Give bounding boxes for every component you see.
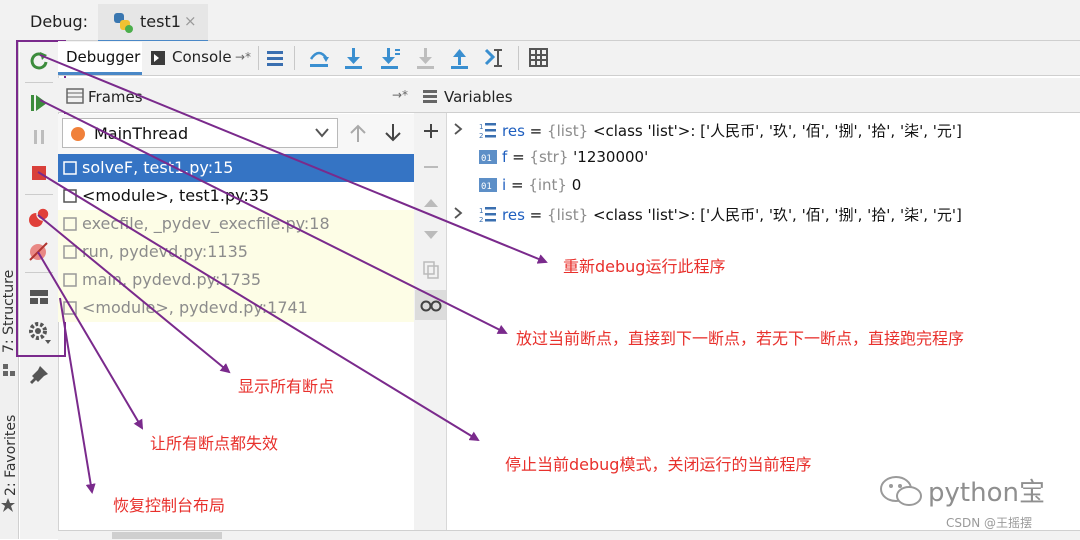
show-execution-point-icon[interactable]: [264, 47, 286, 69]
frame-icon: [63, 273, 77, 287]
variable-equals: =: [529, 122, 543, 140]
thread-label: MainThread: [94, 124, 189, 143]
variable-type: {int}: [528, 176, 567, 194]
svg-text:1: 1: [479, 123, 483, 131]
favorites-tool-tab[interactable]: 2: Favorites: [3, 406, 19, 496]
svg-text:1: 1: [479, 207, 483, 215]
annotation-rerun: 重新debug运行此程序: [563, 257, 726, 276]
frame-icon: [63, 301, 77, 315]
svg-text:01: 01: [481, 154, 492, 164]
variable-value: '1230000': [573, 148, 649, 166]
tab-test1-label: test1: [140, 12, 181, 31]
annotation-stop: 停止当前debug模式，关闭运行的当前程序: [505, 455, 812, 474]
move-down-icon[interactable]: [422, 226, 440, 244]
svg-text:01: 01: [481, 182, 492, 192]
variables-title: Variables: [444, 88, 513, 106]
tab-console-label: Console: [172, 48, 232, 66]
console-icon: [151, 51, 165, 65]
star-icon: [1, 498, 15, 512]
annotation-view-breakpoints: 显示所有断点: [238, 377, 335, 396]
frames-title: Frames: [88, 88, 143, 106]
list-type-icon: 12: [479, 123, 496, 139]
toolbar-separator: [294, 46, 295, 70]
tab-debugger-label: Debugger: [66, 48, 141, 66]
frame-icon: [63, 189, 77, 203]
expand-chevron-icon[interactable]: [452, 206, 464, 220]
variable-name: f: [502, 148, 508, 166]
step-into-my-code-icon[interactable]: [378, 46, 402, 70]
variable-row[interactable]: res = {list} <class 'list'>: ['人民币', '玖'…: [502, 204, 962, 225]
variable-equals: =: [529, 206, 543, 224]
variable-equals: =: [512, 148, 525, 166]
variables-header: [414, 78, 1080, 113]
step-into-icon[interactable]: [342, 46, 364, 70]
glasses-icon[interactable]: [420, 296, 442, 314]
previous-frame-icon[interactable]: [348, 122, 368, 144]
variables-icon: [423, 90, 437, 103]
debug-label: Debug:: [30, 12, 89, 31]
primitive-type-icon: 01: [479, 150, 497, 164]
frame-icon: [63, 245, 77, 259]
variable-value: 0: [571, 176, 582, 194]
annotation-mute-breakpoints: 让所有断点都失效: [150, 434, 279, 453]
primitive-type-icon: 01: [479, 178, 497, 192]
toolbar-separator: [258, 46, 259, 70]
pin-tab-icon[interactable]: →*: [235, 50, 251, 64]
toolbar-separator: [518, 46, 519, 70]
evaluate-expression-icon[interactable]: [528, 47, 550, 69]
variable-value: <class 'list'>: ['人民币', '玖', '佰', '捌', '…: [592, 206, 962, 224]
close-icon[interactable]: ×: [184, 12, 197, 30]
variable-row[interactable]: i = {int} 0: [502, 176, 581, 194]
frame-label: run, pydevd.py:1135: [82, 242, 248, 261]
variable-name: i: [502, 176, 507, 194]
variable-row[interactable]: res = {list} <class 'list'>: ['人民币', '玖'…: [502, 120, 962, 141]
variable-value: <class 'list'>: ['人民币', '玖', '佰', '捌', '…: [592, 122, 962, 140]
pin-icon[interactable]: [28, 364, 50, 386]
variable-type: {list}: [547, 122, 589, 140]
structure-tool-tab[interactable]: 7: Structure: [1, 263, 17, 353]
step-over-icon[interactable]: [307, 47, 331, 69]
copy-icon[interactable]: [422, 260, 440, 280]
remove-watch-icon[interactable]: [422, 158, 440, 176]
annotation-resume: 放过当前断点，直接到下一断点，若无下一断点，直接跑完程序: [516, 329, 965, 348]
svg-text:2: 2: [479, 132, 483, 139]
watermark-credit: CSDN @王摇摆: [946, 516, 1033, 530]
variable-type: {list}: [547, 206, 589, 224]
next-frame-icon[interactable]: [383, 122, 403, 144]
frames-icon: [66, 88, 84, 104]
step-out-icon[interactable]: [448, 46, 470, 70]
list-type-icon: 12: [479, 207, 496, 223]
variable-name: res: [502, 122, 525, 140]
thread-status-icon: [71, 127, 85, 141]
frames-pin-icon[interactable]: →*: [392, 88, 408, 102]
add-watch-icon[interactable]: [422, 122, 440, 140]
watermark-brand: python宝: [928, 478, 1045, 508]
variable-row[interactable]: f = {str} '1230000': [502, 148, 648, 166]
frame-label: main, pydevd.py:1735: [82, 270, 262, 289]
run-to-cursor-icon[interactable]: [483, 45, 507, 71]
frame-icon: [63, 217, 77, 231]
structure-icon: [3, 364, 15, 376]
force-step-into-icon[interactable]: [414, 46, 436, 70]
chevron-down-icon: [315, 128, 329, 138]
frame-label: <module>, test1.py:35: [82, 186, 270, 205]
variable-type: {str}: [529, 148, 569, 166]
variable-equals: =: [510, 176, 524, 194]
python-file-icon: [114, 13, 133, 33]
variables-toolstrip: [414, 113, 447, 539]
frame-label: solveF, test1.py:15: [82, 158, 234, 177]
frame-label: <module>, pydevd.py:1741: [82, 298, 308, 317]
wechat-logo-icon: [880, 476, 922, 506]
svg-text:2: 2: [479, 216, 483, 223]
move-up-icon[interactable]: [422, 194, 440, 212]
annotation-restore-layout: 恢复控制台布局: [113, 496, 226, 515]
frame-icon: [63, 161, 77, 175]
horizontal-scrollbar-thumb[interactable]: [112, 532, 222, 539]
expand-chevron-icon[interactable]: [452, 122, 464, 136]
frame-label: execfile, _pydev_execfile.py:18: [82, 214, 330, 233]
variable-name: res: [502, 206, 525, 224]
